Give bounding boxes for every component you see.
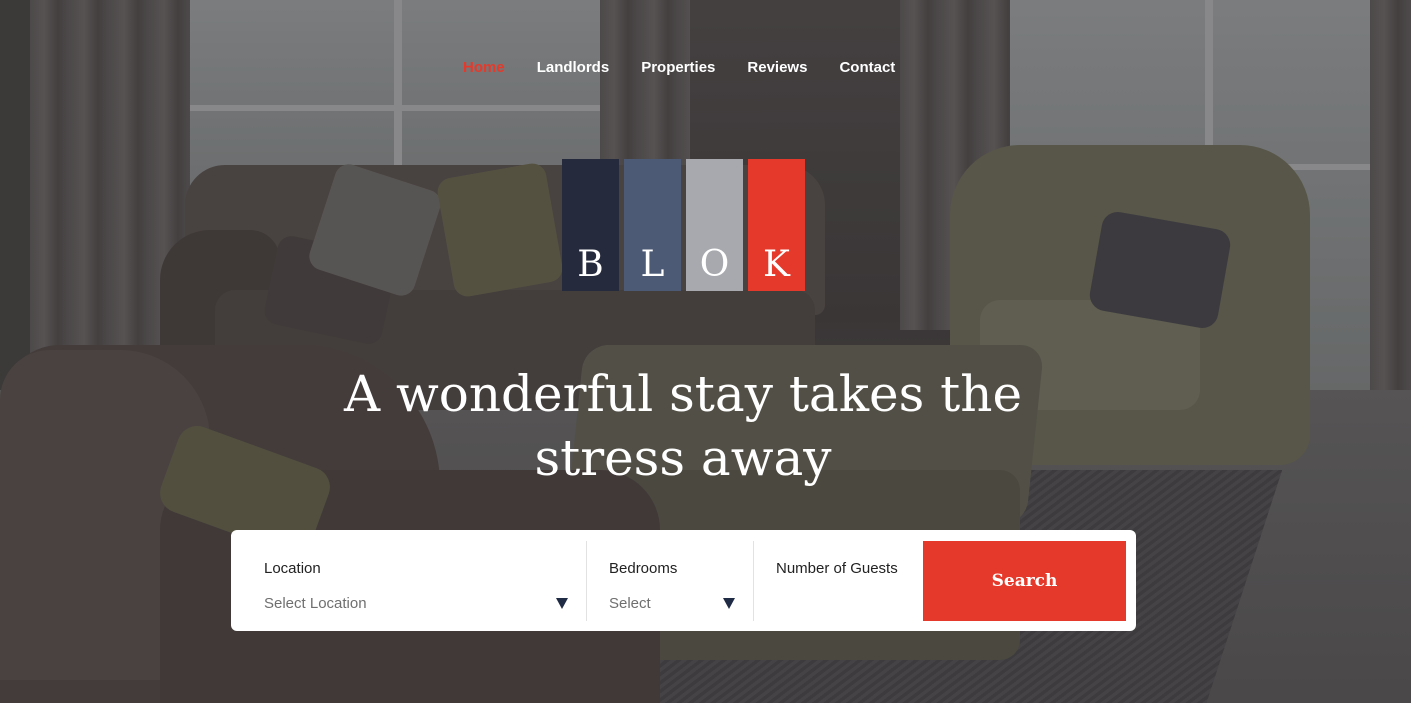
blok-logo[interactable]: B L O K [562,159,805,291]
hero-headline-line: A wonderful stay takes the [343,365,1023,423]
nav-item-landlords[interactable]: Landlords [537,58,610,78]
bedrooms-select[interactable]: Bedrooms Select [586,541,753,621]
hero-headline: A wonderful stay takes the stress away [0,362,1366,490]
guests-label: Number of Guests [776,560,898,577]
nav-item-contact[interactable]: Contact [839,58,895,78]
logo-bar: O [686,159,743,291]
bedrooms-value: Select [609,595,651,612]
caret-down-icon [723,598,735,609]
guests-field[interactable]: Number of Guests [753,541,918,621]
location-label: Location [264,560,321,577]
search-panel: Location Select Location Bedrooms Select… [231,530,1136,631]
bedrooms-label: Bedrooms [609,560,678,577]
logo-letter: L [640,244,665,285]
logo-bar: K [748,159,805,291]
logo-bar: B [562,159,619,291]
caret-down-icon [556,598,568,609]
logo-letter: O [699,244,730,285]
nav-item-properties[interactable]: Properties [641,58,715,78]
logo-bar: L [624,159,681,291]
main-nav: Home Landlords Properties Reviews Contac… [463,58,927,78]
logo-letter: K [763,244,790,285]
nav-item-reviews[interactable]: Reviews [747,58,807,78]
location-select[interactable]: Location Select Location [264,541,586,621]
hero-headline-line: stress away [534,429,832,487]
logo-letter: B [577,244,604,285]
search-button[interactable]: Search [923,541,1126,621]
location-value: Select Location [264,595,367,612]
nav-item-home[interactable]: Home [463,58,505,78]
